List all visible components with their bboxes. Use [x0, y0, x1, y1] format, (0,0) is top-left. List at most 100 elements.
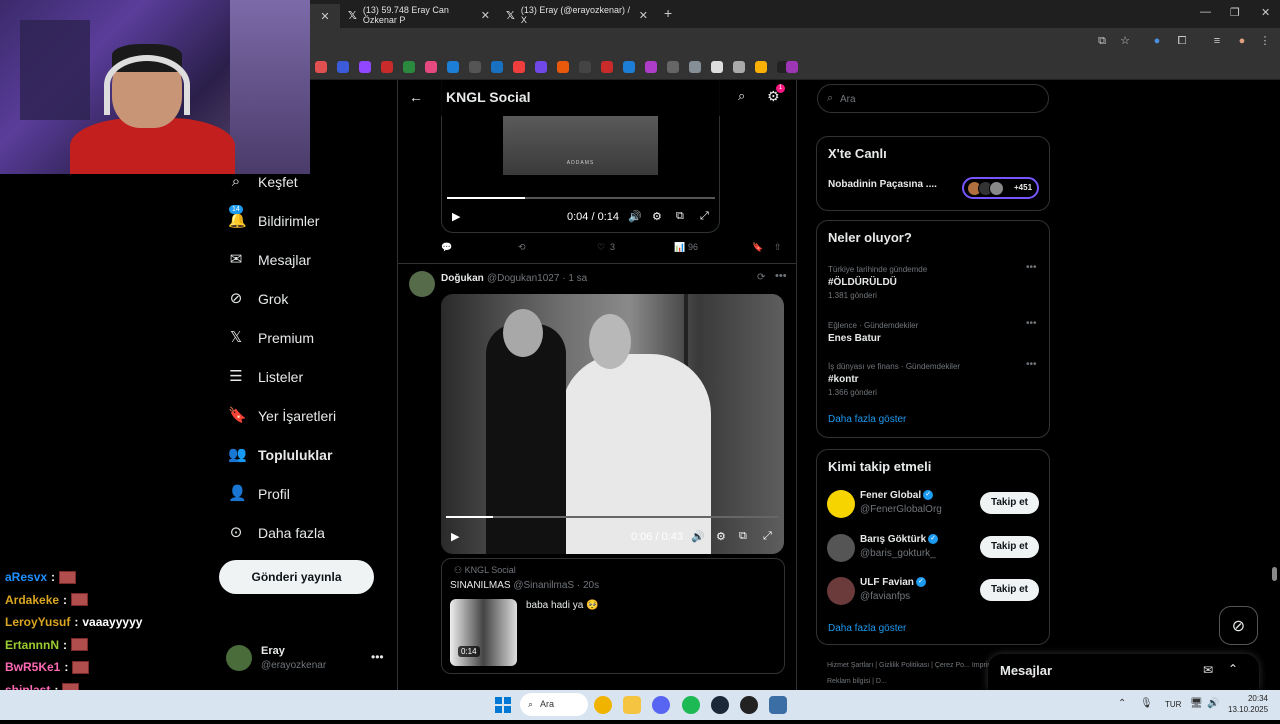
follow-suggestion[interactable]: Fener Global ✓ @FenerGlobalOrg Takip et: [827, 490, 1042, 520]
bookmark-icon[interactable]: [667, 61, 679, 73]
nav-item[interactable]: 🔖 Yer İşaretleri: [228, 400, 336, 432]
bookmark-icon[interactable]: [689, 61, 701, 73]
follow-suggestion[interactable]: Barış Göktürk ✓ @baris_gokturk_ Takip et: [827, 534, 1042, 564]
chevron-up-icon[interactable]: ⌃: [1118, 698, 1126, 709]
windows-start-icon[interactable]: [495, 697, 511, 713]
new-tab-button[interactable]: +: [664, 5, 672, 21]
play-icon[interactable]: ▶: [452, 210, 460, 223]
bookmark-icon[interactable]: [557, 61, 569, 73]
back-arrow-icon[interactable]: ←: [409, 89, 423, 105]
nav-item[interactable]: ✉ Mesajlar: [228, 244, 311, 276]
pip-icon[interactable]: ⧉: [739, 530, 747, 543]
nav-item[interactable]: 👤 Profil: [228, 478, 290, 510]
trend-item[interactable]: Türkiye tarihinde gündemde #ÖLDÜRÜLDÜ 1.38…: [828, 262, 1038, 300]
follow-button[interactable]: Takip et: [980, 492, 1039, 514]
bookmark-icon[interactable]: [315, 61, 327, 73]
live-space-title[interactable]: Nobadinin Paçasına ....: [828, 179, 937, 190]
repost-icon[interactable]: ⟲: [518, 242, 526, 253]
chat-username[interactable]: LeroyYusuf: [5, 615, 70, 629]
grok-icon[interactable]: ⟳: [757, 272, 765, 283]
star-icon[interactable]: ☆: [1118, 34, 1132, 48]
follow-button[interactable]: Takip et: [980, 536, 1039, 558]
suggestion-name[interactable]: ULF Favian ✓: [860, 577, 926, 588]
steam-icon[interactable]: [711, 696, 729, 714]
bookmark-icon[interactable]: [535, 61, 547, 73]
suggestion-name[interactable]: Barış Göktürk ✓: [860, 534, 939, 545]
scrollbar[interactable]: [1272, 567, 1277, 581]
avatar[interactable]: [827, 490, 855, 518]
microphone-icon[interactable]: 🎙: [1140, 698, 1153, 709]
bookmark-icon[interactable]: [601, 61, 613, 73]
address-bar[interactable]: ⧉ ☆ ● ⧠ ≡ ● ⋮: [310, 28, 1280, 55]
messages-drawer[interactable]: Mesajlar ✉ ⌃: [988, 654, 1259, 690]
chevron-up-icon[interactable]: ⌃: [1228, 662, 1238, 676]
account-switcher[interactable]: Eray @erayozkenar •••: [226, 645, 386, 675]
avatar[interactable]: [827, 577, 855, 605]
search-input[interactable]: [840, 91, 1030, 107]
bookmark-icon[interactable]: [447, 61, 459, 73]
post-author-name[interactable]: Doğukan: [441, 273, 484, 284]
live-participants[interactable]: +451: [962, 177, 1039, 199]
video-player[interactable]: ▶ 0:06 / 0:43 🔊 ⚙ ⧉ ⤢: [441, 294, 784, 554]
video-progress-bar[interactable]: [447, 197, 715, 199]
bookmark-icon[interactable]: [623, 61, 635, 73]
minimize-icon[interactable]: —: [1200, 6, 1211, 18]
bookmark-icon[interactable]: [425, 61, 437, 73]
follow-button[interactable]: Takip et: [980, 579, 1039, 601]
language-indicator[interactable]: TUR: [1165, 700, 1181, 709]
close-icon[interactable]: ✕: [639, 9, 648, 22]
bookmark-icon[interactable]: [381, 61, 393, 73]
trend-item[interactable]: Eğlence · Gündemdekiler Enes Batur •••: [828, 318, 1038, 344]
show-more-link[interactable]: Daha fazla göster: [828, 623, 906, 634]
chat-username[interactable]: aResvx: [5, 570, 47, 584]
volume-icon[interactable]: 🔊: [1207, 698, 1219, 709]
browser-tab[interactable]: 𝕏 (13) Eray (@erayozkenar) / X ✕: [498, 4, 656, 26]
search-box[interactable]: ⌕: [817, 84, 1049, 113]
suggestion-name[interactable]: Fener Global ✓: [860, 490, 934, 501]
bookmark-icon[interactable]: [491, 61, 503, 73]
settings-icon[interactable]: ⚙: [716, 530, 726, 543]
kebab-menu-icon[interactable]: ⋮: [1258, 34, 1272, 48]
bookmark-icon[interactable]: [711, 61, 723, 73]
chat-username[interactable]: BwR5Ke1: [5, 660, 60, 674]
obs-icon[interactable]: [740, 696, 758, 714]
close-icon[interactable]: ✕: [481, 9, 490, 22]
more-icon[interactable]: •••: [775, 270, 787, 282]
extension-icon[interactable]: ●: [1150, 34, 1164, 48]
quoted-post[interactable]: ⚇ KNGL Social SINANILMAS @SinanilmaS · 2…: [441, 558, 785, 674]
maximize-icon[interactable]: ❐: [1230, 6, 1240, 19]
discord-icon[interactable]: [652, 696, 670, 714]
pip-icon[interactable]: ⧉: [676, 210, 684, 223]
avatar[interactable]: [827, 534, 855, 562]
more-icon[interactable]: •••: [1026, 318, 1037, 329]
grok-icon[interactable]: ⊘: [1219, 606, 1258, 645]
calculator-icon[interactable]: [769, 696, 787, 714]
nav-item[interactable]: 𝕏 Premium: [228, 322, 314, 354]
post-button[interactable]: Gönderi yayınla: [219, 560, 374, 594]
profile-avatar-icon[interactable]: ●: [1235, 34, 1249, 48]
bookmark-icon[interactable]: [579, 61, 591, 73]
chrome-icon[interactable]: [594, 696, 612, 714]
bookmark-icon[interactable]: [645, 61, 657, 73]
install-icon[interactable]: ⧉: [1095, 34, 1109, 48]
views-icon[interactable]: 📊: [674, 242, 685, 253]
bookmark-icon[interactable]: [403, 61, 415, 73]
nav-item[interactable]: ⊘ Grok: [228, 283, 289, 315]
avatar[interactable]: [409, 271, 435, 297]
bookmark-icon[interactable]: [786, 61, 798, 73]
bookmark-icon[interactable]: [513, 61, 525, 73]
browser-tab[interactable]: 𝕏 (13) 59.748 Eray Can Özkenar P ✕: [340, 4, 498, 26]
media-icon[interactable]: ≡: [1210, 34, 1224, 48]
share-icon[interactable]: ⇧: [774, 242, 782, 253]
trend-item[interactable]: İş dünyası ve finans · Gündemdekiler #kon…: [828, 359, 1038, 397]
chat-username[interactable]: Ardakeke: [5, 593, 59, 607]
like-icon[interactable]: ♡: [597, 242, 605, 253]
volume-icon[interactable]: 🔊: [691, 530, 705, 543]
nav-item[interactable]: ⌕ Keşfet: [228, 166, 298, 198]
more-icon[interactable]: •••: [1026, 262, 1037, 273]
bookmark-icon[interactable]: 🔖: [752, 242, 763, 253]
play-icon[interactable]: ▶: [451, 530, 459, 543]
new-message-icon[interactable]: ✉: [1203, 663, 1213, 677]
video-progress-bar[interactable]: [446, 516, 779, 518]
bookmark-icon[interactable]: [469, 61, 481, 73]
